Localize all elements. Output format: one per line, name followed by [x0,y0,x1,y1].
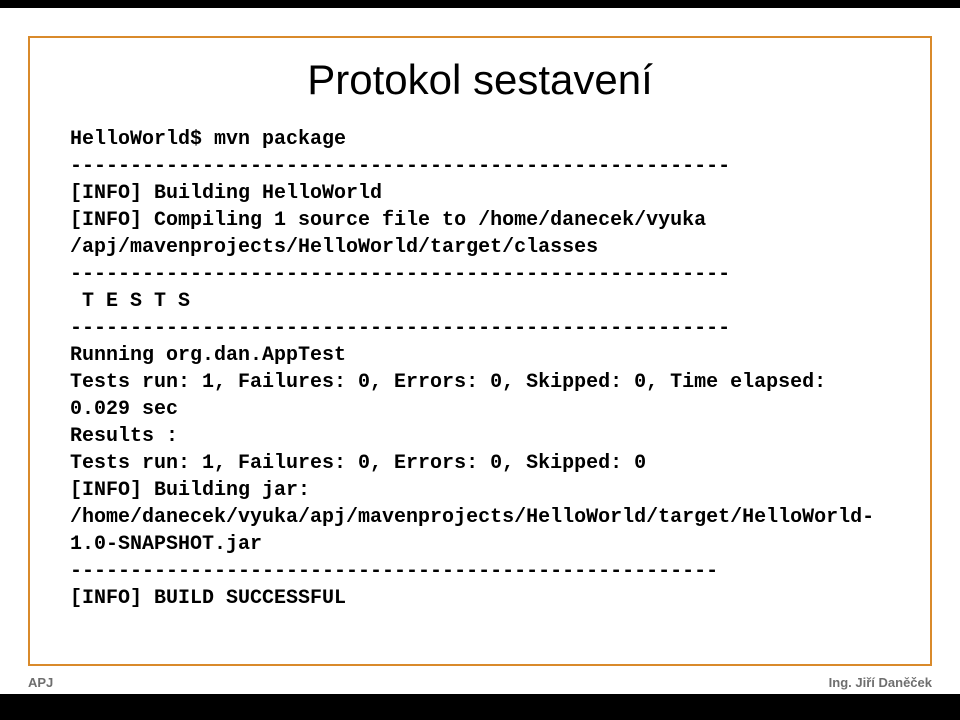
footer-left: APJ [28,675,53,690]
slide-title: Protokol sestavení [30,56,930,104]
footer-right: Ing. Jiří Daněček [829,675,932,690]
content-frame: Protokol sestavení HelloWorld$ mvn packa… [28,36,932,666]
code-block: HelloWorld$ mvn package ----------------… [70,126,890,612]
slide: Protokol sestavení HelloWorld$ mvn packa… [0,0,960,720]
